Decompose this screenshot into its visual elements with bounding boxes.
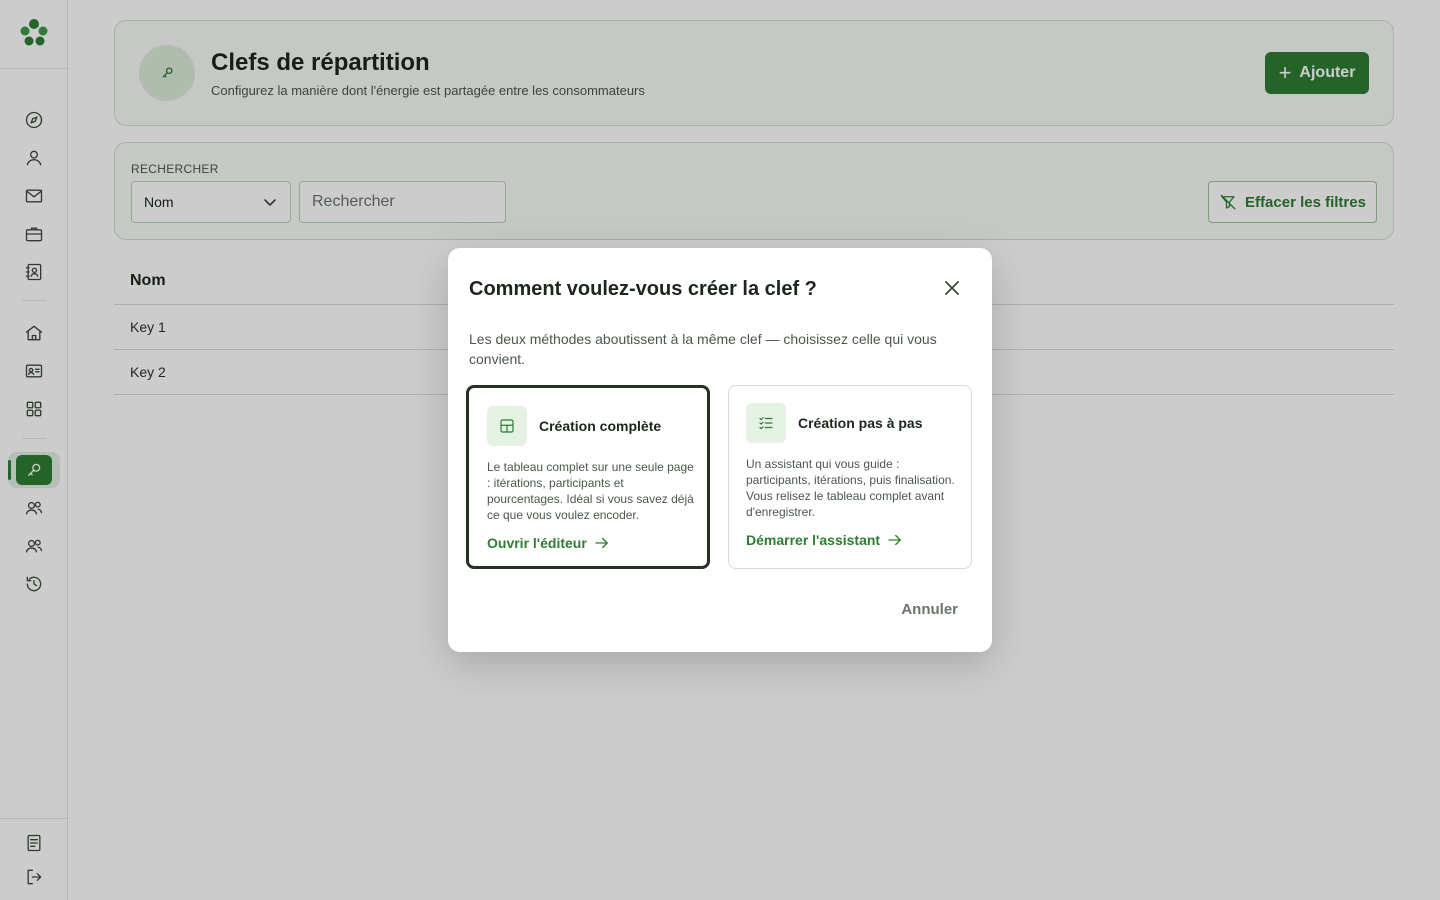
option-title: Création pas à pas — [798, 415, 923, 431]
arrow-right-icon — [888, 534, 902, 546]
start-wizard-link[interactable]: Démarrer l'assistant — [746, 531, 904, 549]
open-editor-label: Ouvrir l'éditeur — [487, 535, 587, 551]
open-editor-link[interactable]: Ouvrir l'éditeur — [487, 534, 611, 552]
checklist-icon — [746, 403, 786, 443]
cancel-button[interactable]: Annuler — [901, 601, 958, 618]
dialog-title: Comment voulez-vous créer la clef ? — [469, 278, 817, 300]
arrow-right-icon — [595, 537, 608, 549]
close-icon[interactable] — [940, 276, 964, 300]
dialog-description: Les deux méthodes aboutissent à la même … — [469, 331, 937, 367]
option-title: Création complète — [539, 418, 662, 434]
create-key-dialog: Comment voulez-vous créer la clef ? Les … — [448, 248, 992, 652]
option-full-creation[interactable]: Création complète Le tableau complet sur… — [466, 385, 710, 569]
option-step-by-step[interactable]: Création pas à pas Un assistant qui vous… — [728, 385, 972, 569]
start-wizard-label: Démarrer l'assistant — [746, 532, 881, 548]
option-description: Un assistant qui vous guide : participan… — [746, 457, 955, 519]
option-description: Le tableau complet sur une seule page : … — [487, 460, 694, 522]
table-icon — [487, 406, 527, 446]
